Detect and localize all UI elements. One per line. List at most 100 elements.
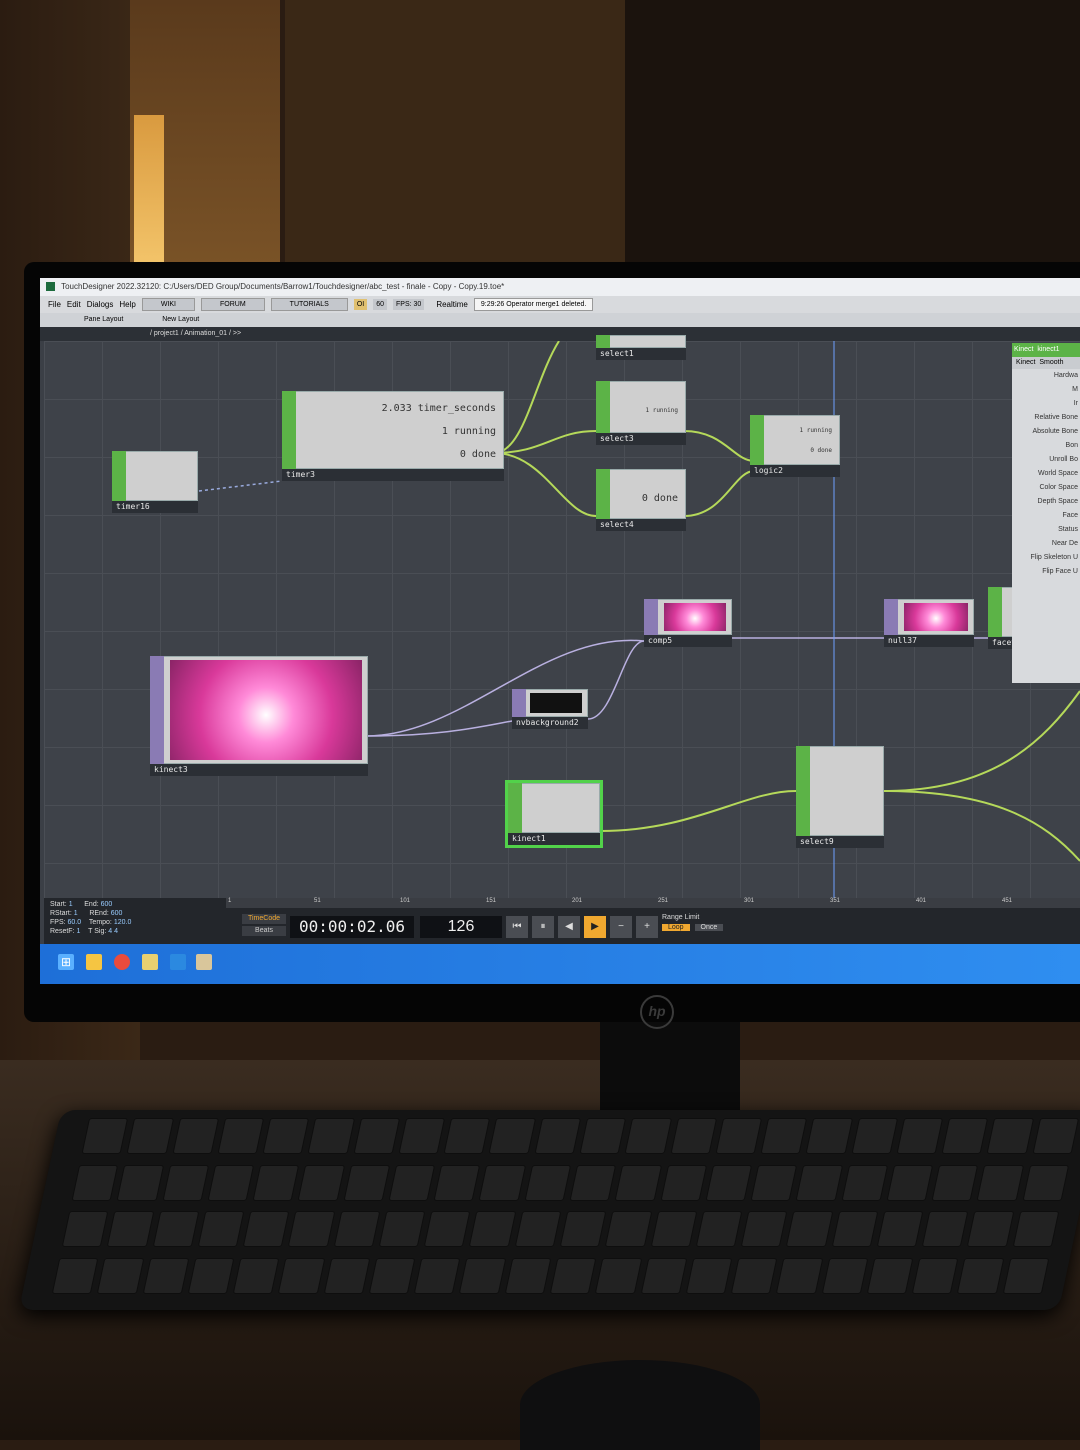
oi-button[interactable]: OI: [353, 299, 368, 310]
tempo-value[interactable]: 120.0: [114, 919, 132, 926]
op-select9[interactable]: select9: [796, 746, 884, 848]
param-row[interactable]: Near De: [1012, 537, 1080, 551]
tab-kinect[interactable]: Kinect: [1016, 359, 1035, 366]
realtime-toggle[interactable]: Realtime: [436, 296, 468, 313]
op-label: nvbackground2: [512, 717, 588, 729]
menu-edit[interactable]: Edit: [67, 296, 81, 313]
end-value[interactable]: 600: [101, 901, 113, 908]
ruler-tick: 351: [830, 898, 841, 904]
op-label: select4: [596, 519, 686, 531]
mouse[interactable]: [520, 1360, 760, 1450]
param-row[interactable]: Absolute Bone: [1012, 425, 1080, 439]
time-display[interactable]: 00:00:02.06: [290, 916, 414, 938]
start-value[interactable]: 1: [69, 901, 73, 908]
photos-icon[interactable]: [142, 954, 158, 970]
play-icon[interactable]: ▶: [584, 916, 606, 938]
op-select1[interactable]: select1: [596, 335, 686, 360]
tutorials-button[interactable]: TUTORIALS: [270, 298, 348, 311]
param-row[interactable]: Hardwa: [1012, 369, 1080, 383]
tsig-label: T Sig:: [88, 928, 107, 935]
param-row[interactable]: World Space: [1012, 467, 1080, 481]
screen: TouchDesigner 2022.32120: C:/Users/DED G…: [40, 278, 1080, 984]
plus-icon[interactable]: +: [636, 916, 658, 938]
network-path[interactable]: / project1 / Animation_01 / >>: [40, 327, 1080, 341]
step-back-icon[interactable]: ◀: [558, 916, 580, 938]
op-timer3[interactable]: 2.033 timer_seconds 1 running 0 done tim…: [282, 391, 504, 481]
param-row[interactable]: Flip Skeleton U: [1012, 551, 1080, 565]
param-row[interactable]: Flip Face U: [1012, 565, 1080, 579]
wiki-button[interactable]: WIKI: [141, 298, 195, 311]
fps-value[interactable]: 60.0: [68, 919, 82, 926]
rstart-value[interactable]: 1: [74, 910, 78, 917]
rewind-icon[interactable]: ⏮: [506, 916, 528, 938]
rend-value[interactable]: 600: [111, 910, 123, 917]
ruler-tick: 101: [400, 898, 411, 904]
file-explorer-icon[interactable]: [86, 954, 102, 970]
resetf-value[interactable]: 1: [76, 928, 80, 935]
op-timer16[interactable]: timer16: [112, 451, 198, 513]
kinect3-preview: [170, 660, 362, 760]
param-row[interactable]: Unroll Bo: [1012, 453, 1080, 467]
param-row[interactable]: M: [1012, 383, 1080, 397]
op-null37[interactable]: null37: [884, 599, 974, 647]
chrome-icon[interactable]: [114, 954, 130, 970]
op-label: select3: [596, 433, 686, 445]
loop-button[interactable]: Loop: [662, 924, 690, 931]
tsig-a[interactable]: 4: [108, 928, 112, 935]
ruler-tick: 1: [228, 898, 232, 904]
tab-smooth[interactable]: Smooth: [1039, 359, 1063, 366]
new-layout-button[interactable]: New Layout: [162, 316, 199, 323]
pane-layout-label[interactable]: Pane Layout: [84, 316, 123, 323]
title-bar: TouchDesigner 2022.32120: C:/Users/DED G…: [40, 278, 1080, 296]
timer3-done: 0 done: [459, 449, 496, 460]
vscode-icon[interactable]: [170, 954, 186, 970]
frame-display[interactable]: 126: [420, 916, 502, 938]
tempo-label: Tempo:: [88, 919, 112, 926]
touchdesigner-taskbar-icon[interactable]: [196, 954, 212, 970]
fps-target[interactable]: 60: [373, 299, 388, 310]
op-label: timer3: [282, 469, 504, 481]
once-button[interactable]: Once: [694, 924, 724, 931]
network-editor[interactable]: timer16 2.033 timer_seconds 1 running 0 …: [44, 335, 1080, 898]
keyboard-keys[interactable]: [51, 1118, 1080, 1298]
ruler-tick: 151: [486, 898, 497, 904]
minus-icon[interactable]: −: [610, 916, 632, 938]
pause-icon[interactable]: ⏸: [532, 916, 554, 938]
param-row[interactable]: Color Space: [1012, 481, 1080, 495]
menu-help[interactable]: Help: [119, 296, 135, 313]
op-comp5[interactable]: comp5: [644, 599, 732, 647]
op-select4[interactable]: 0 done select4: [596, 469, 686, 531]
param-row[interactable]: Face: [1012, 509, 1080, 523]
beats-toggle[interactable]: Beats: [242, 926, 286, 936]
op-kinect3[interactable]: kinect3: [150, 656, 368, 776]
windows-start-icon[interactable]: ⊞: [58, 954, 74, 970]
op-nvbackground2[interactable]: nvbackground2: [512, 689, 588, 729]
op-kinect1[interactable]: kinect1: [505, 780, 603, 848]
param-row[interactable]: Status: [1012, 523, 1080, 537]
tsig-b[interactable]: 4: [114, 928, 118, 935]
timeline-bar: Start: 1 End: 600 RStart: 1 REnd: 600 FP…: [44, 898, 1080, 944]
op-label: kinect3: [150, 764, 368, 776]
op-logic2[interactable]: 1 running 0 done logic2: [750, 415, 840, 477]
timeline-ruler[interactable]: 1 51 101 151 201 251 301 351 401 451: [226, 898, 1080, 908]
menu-file[interactable]: File: [48, 296, 61, 313]
params-op-name[interactable]: kinect1: [1037, 346, 1059, 353]
param-row[interactable]: Ir: [1012, 397, 1080, 411]
status-message: 9:29:26 Operator merge1 deleted.: [473, 298, 594, 311]
rend-label: REnd:: [89, 910, 109, 917]
menu-dialogs[interactable]: Dialogs: [87, 296, 114, 313]
param-row[interactable]: Depth Space: [1012, 495, 1080, 509]
op-label: kinect1: [508, 833, 600, 845]
ruler-tick: 251: [658, 898, 669, 904]
timeline-settings: Start: 1 End: 600 RStart: 1 REnd: 600 FP…: [50, 900, 225, 942]
param-row[interactable]: Bon: [1012, 439, 1080, 453]
select3-value: 1 running: [645, 407, 678, 414]
logic2-running: 1 running: [799, 427, 832, 434]
timecode-toggle[interactable]: TimeCode: [242, 914, 286, 924]
forum-button[interactable]: FORUM: [201, 298, 265, 311]
param-row[interactable]: Relative Bone: [1012, 411, 1080, 425]
ruler-tick: 201: [572, 898, 583, 904]
windows-taskbar: ⊞: [40, 944, 1080, 984]
ruler-tick: 401: [916, 898, 927, 904]
op-select3[interactable]: 1 running select3: [596, 381, 686, 445]
